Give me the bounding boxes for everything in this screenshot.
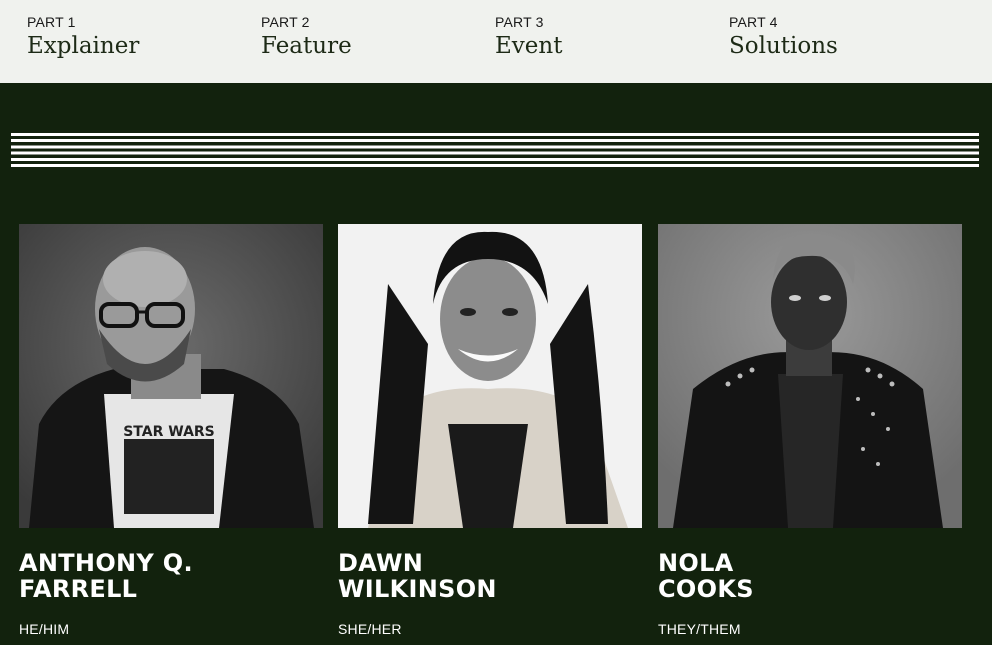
speaker-name-line2: COOKS — [658, 575, 754, 603]
speaker-name: DAWN WILKINSON — [338, 550, 642, 602]
nav-part-label: PART 1 — [27, 14, 76, 30]
nav-part-label: PART 3 — [495, 14, 544, 30]
speaker-photo: STAR WARS — [19, 224, 323, 528]
speaker-pronouns: HE/HIM — [19, 621, 70, 637]
speaker-name-line1: DAWN — [338, 549, 424, 577]
speaker-photo — [658, 224, 962, 528]
nav-title: Solutions — [729, 33, 838, 59]
nav-title: Feature — [261, 33, 352, 59]
nav-item-part-4[interactable]: PART 4 Solutions — [729, 14, 949, 60]
speaker-name-line1: ANTHONY Q. — [19, 549, 193, 577]
speaker-card-nola: NOLA COOKS THEY/THEM — [658, 224, 962, 637]
decorative-stripes — [11, 133, 979, 170]
speaker-name: ANTHONY Q. FARRELL — [19, 550, 323, 602]
speaker-card-anthony: STAR WARS ANTHONY Q. FARRELL HE/HIM — [19, 224, 323, 637]
speaker-name-line2: WILKINSON — [338, 575, 497, 603]
speaker-photo — [338, 224, 642, 528]
nav-title: Explainer — [27, 33, 140, 59]
nav-item-part-1[interactable]: PART 1 Explainer — [27, 14, 247, 60]
speaker-pronouns: THEY/THEM — [658, 621, 741, 637]
nav-item-part-3[interactable]: PART 3 Event — [495, 14, 715, 60]
shirt-text: STAR WARS — [123, 424, 215, 440]
speaker-pronouns: SHE/HER — [338, 621, 402, 637]
top-nav: PART 1 Explainer PART 2 Feature PART 3 E… — [0, 0, 992, 83]
speaker-name: NOLA COOKS — [658, 550, 962, 602]
nav-item-part-2[interactable]: PART 2 Feature — [261, 14, 481, 60]
speaker-name-line2: FARRELL — [19, 575, 138, 603]
speaker-name-line1: NOLA — [658, 549, 734, 577]
nav-title: Event — [495, 33, 563, 59]
nav-part-label: PART 4 — [729, 14, 778, 30]
speaker-card-dawn: DAWN WILKINSON SHE/HER — [338, 224, 642, 637]
nav-part-label: PART 2 — [261, 14, 310, 30]
